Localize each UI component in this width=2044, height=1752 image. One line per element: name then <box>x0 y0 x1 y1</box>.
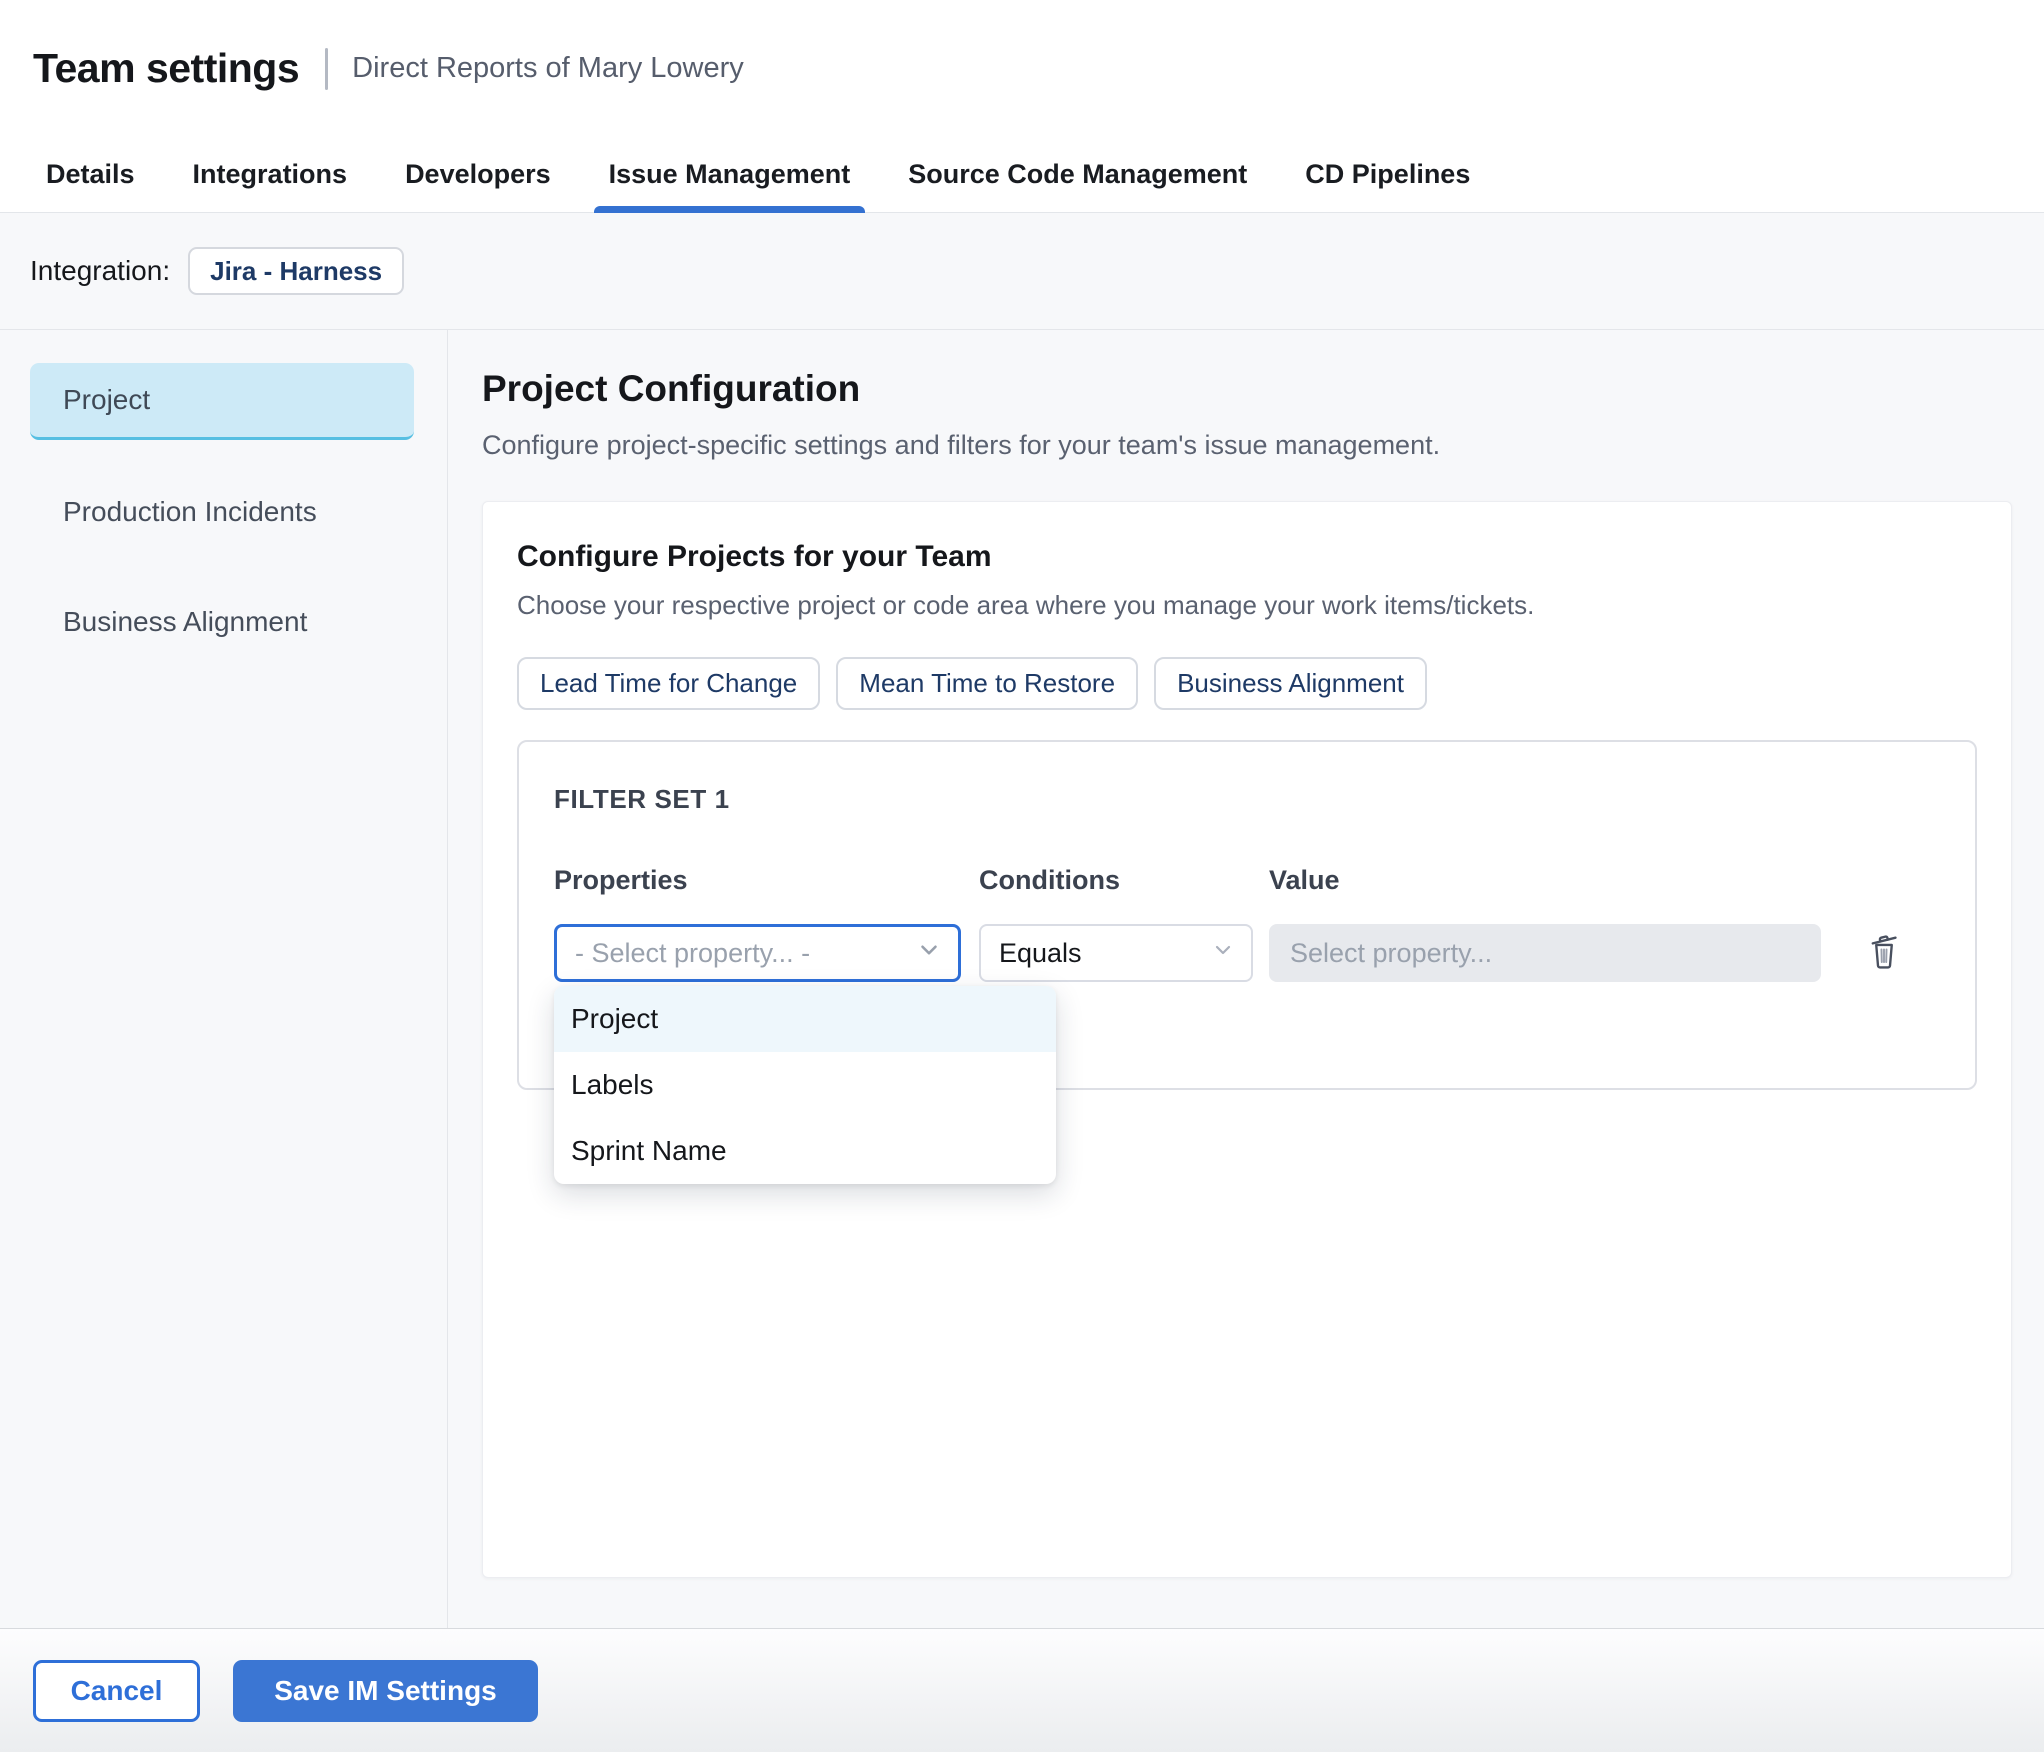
dropdown-option-project[interactable]: Project <box>554 986 1056 1052</box>
save-im-settings-button[interactable]: Save IM Settings <box>233 1659 538 1722</box>
tab-developers[interactable]: Developers <box>390 137 566 212</box>
property-select[interactable]: - Select property... - <box>554 924 961 982</box>
integration-chip[interactable]: Jira - Harness <box>188 247 405 295</box>
sidebar-item-project[interactable]: Project <box>30 363 414 440</box>
tab-source-code-management[interactable]: Source Code Management <box>893 137 1262 212</box>
sidebar: Project Production Incidents Business Al… <box>0 330 448 1628</box>
integration-bar: Integration: Jira - Harness <box>0 213 2044 330</box>
chevron-down-icon <box>1211 938 1235 969</box>
filter-set-panel: FILTER SET 1 Properties - Select propert… <box>517 740 1977 1184</box>
page-title: Team settings <box>33 45 300 91</box>
header-divider <box>325 47 329 90</box>
main-layout: Project Production Incidents Business Al… <box>0 330 2044 1628</box>
page-subtitle: Direct Reports of Mary Lowery <box>352 52 744 84</box>
delete-filter-button[interactable] <box>1865 930 1903 972</box>
property-select-placeholder: - Select property... - <box>575 937 811 968</box>
filter-set-title: FILTER SET 1 <box>554 784 730 814</box>
pill-lead-time-for-change[interactable]: Lead Time for Change <box>517 657 821 710</box>
main-content: Project Configuration Configure project-… <box>448 330 2044 1628</box>
tab-issue-management[interactable]: Issue Management <box>593 137 866 213</box>
configure-projects-card: Configure Projects for your Team Choose … <box>482 501 2012 1578</box>
condition-select-value: Equals <box>999 937 1082 968</box>
value-column-header: Value <box>1269 865 1340 895</box>
pill-business-alignment[interactable]: Business Alignment <box>1154 657 1427 710</box>
card-description: Choose your respective project or code a… <box>517 590 1535 620</box>
tab-cd-pipelines[interactable]: CD Pipelines <box>1290 137 1485 212</box>
filter-row: Properties - Select property... - Projec… <box>554 865 1940 1184</box>
chevron-down-icon <box>916 937 942 970</box>
card-title: Configure Projects for your Team <box>517 540 992 573</box>
trash-icon <box>1865 935 1903 975</box>
footer-action-bar: Cancel Save IM Settings <box>0 1628 2044 1752</box>
tab-details[interactable]: Details <box>31 137 150 212</box>
dropdown-option-sprint-name[interactable]: Sprint Name <box>554 1118 1056 1184</box>
condition-select[interactable]: Equals <box>979 924 1253 982</box>
value-input[interactable] <box>1269 924 1821 982</box>
tab-integrations[interactable]: Integrations <box>178 137 363 212</box>
page-header: Team settings Direct Reports of Mary Low… <box>0 0 2044 137</box>
integration-label: Integration: <box>30 255 171 286</box>
section-title: Project Configuration <box>482 368 861 409</box>
tab-bar: Details Integrations Developers Issue Ma… <box>0 137 2044 213</box>
cancel-button[interactable]: Cancel <box>33 1659 200 1722</box>
properties-column-header: Properties <box>554 865 688 895</box>
dropdown-option-labels[interactable]: Labels <box>554 1052 1056 1118</box>
metric-pills: Lead Time for Change Mean Time to Restor… <box>517 657 1977 710</box>
sidebar-item-production-incidents[interactable]: Production Incidents <box>30 473 414 550</box>
conditions-column-header: Conditions <box>979 865 1120 895</box>
pill-mean-time-to-restore[interactable]: Mean Time to Restore <box>836 657 1139 710</box>
section-description: Configure project-specific settings and … <box>482 430 1441 460</box>
property-dropdown: Project Labels Sprint Name <box>554 986 1056 1184</box>
sidebar-item-business-alignment[interactable]: Business Alignment <box>30 583 414 660</box>
